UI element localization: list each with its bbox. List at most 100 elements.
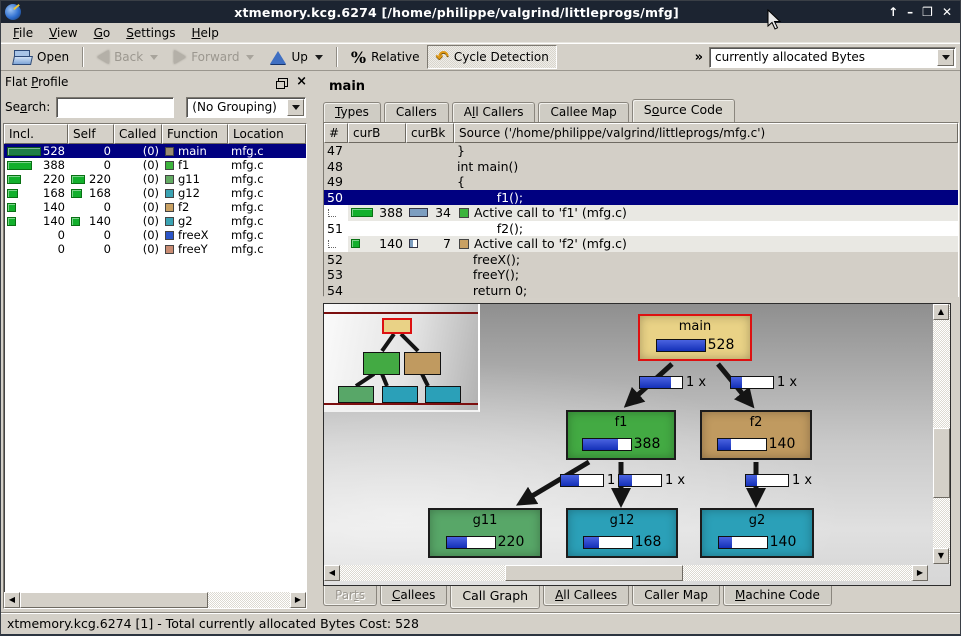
scroll-down-icon[interactable]: ▼ (933, 548, 949, 564)
graph-node-main[interactable]: main528 (638, 314, 752, 361)
function-name: freeX (178, 228, 209, 242)
column-header-self[interactable]: Self (68, 124, 114, 144)
event-type-dropdown-button[interactable] (937, 49, 954, 66)
scroll-thumb[interactable] (933, 428, 950, 498)
flat-profile-dock: Flat Profile × Search: (No Grouping) Inc… (3, 73, 311, 611)
source-line[interactable]: 50 f1(); (324, 190, 958, 206)
graph-node-f1[interactable]: f1388 (566, 410, 676, 460)
table-row[interactable]: 220220(0)g11mfg.c (4, 172, 306, 186)
tab-types[interactable]: Types (323, 102, 381, 122)
scroll-right-icon[interactable]: ▶ (290, 592, 306, 608)
tab-all-callees[interactable]: All Callees (543, 586, 629, 606)
node-cost-bar (718, 536, 768, 549)
table-row[interactable]: 168168(0)g12mfg.c (4, 186, 306, 200)
function-color-icon (165, 161, 174, 170)
menu-go[interactable]: Go (86, 24, 119, 42)
tab-machine-code[interactable]: Machine Code (723, 586, 832, 606)
cycle-detection-button[interactable]: ↶ Cycle Detection (427, 45, 556, 69)
source-line[interactable]: 1407Active call to 'f2' (mfg.c) (324, 236, 958, 252)
tab-callers[interactable]: Callers (384, 102, 449, 122)
flat-profile-table: Incl.SelfCalledFunctionLocation 5280(0)m… (3, 123, 307, 609)
toolbar-separator (336, 47, 338, 67)
scroll-thumb[interactable] (505, 565, 683, 581)
tab-call-graph[interactable]: Call Graph (450, 586, 540, 609)
called-value: (0) (117, 172, 159, 186)
maximize-button[interactable]: ❒ (922, 2, 933, 22)
tab-caller-map[interactable]: Caller Map (632, 586, 720, 606)
source-line[interactable]: 48int main() (324, 159, 958, 175)
column-header-called[interactable]: Called (114, 124, 162, 144)
table-row[interactable]: 00(0)freeXmfg.c (4, 228, 306, 242)
call-graph-panel[interactable]: main528f1388f2140g11220g12168g2140 1 x1 … (323, 303, 951, 586)
function-color-icon (165, 175, 174, 184)
search-input[interactable] (56, 97, 174, 118)
event-type-value: currently allocated Bytes (710, 50, 936, 64)
shade-button[interactable]: ↑ (888, 2, 898, 22)
column-header-incl[interactable]: Incl. (4, 124, 68, 144)
source-column-header[interactable]: # (324, 123, 348, 143)
grouping-select[interactable]: (No Grouping) (186, 97, 306, 118)
scroll-up-icon[interactable]: ▲ (933, 304, 949, 320)
tab-callees[interactable]: Callees (380, 586, 447, 606)
grouping-dropdown-button[interactable] (287, 99, 304, 116)
close-button[interactable]: ✕ (942, 2, 952, 22)
open-button[interactable]: Open (5, 45, 77, 69)
forward-button[interactable]: Forward (166, 45, 262, 69)
table-row[interactable]: 3880(0)f1mfg.c (4, 158, 306, 172)
source-line[interactable]: 38834Active call to 'f1' (mfg.c) (324, 205, 958, 221)
open-folder-icon (13, 50, 32, 65)
graph-node-f2[interactable]: f2140 (700, 410, 812, 460)
event-type-select[interactable]: currently allocated Bytes (709, 47, 956, 68)
up-button[interactable]: Up (262, 45, 330, 69)
incl-value: 168 (18, 186, 65, 200)
source-line[interactable]: 47} (324, 143, 958, 159)
table-row[interactable]: 5280(0)mainmfg.c (4, 144, 306, 158)
graph-overview-minimap[interactable] (324, 304, 480, 412)
tab-all-callers[interactable]: All Callers (452, 102, 536, 122)
title-bar[interactable]: xtmemory.kcg.6274 [/home/philippe/valgri… (1, 1, 960, 23)
column-header-function[interactable]: Function (162, 124, 228, 144)
source-line[interactable]: 49{ (324, 174, 958, 190)
source-column-header[interactable]: curB (348, 123, 406, 143)
menu-view[interactable]: View (41, 24, 85, 42)
dock-float-icon[interactable] (278, 78, 288, 87)
graph-vscrollbar[interactable]: ▲ ▼ (933, 304, 950, 564)
source-column-header[interactable]: curBk (406, 123, 454, 143)
source-line[interactable]: 51 f2(); (324, 221, 958, 237)
graph-hscrollbar[interactable]: ◀ ▶ (324, 565, 928, 581)
tab-callee-map[interactable]: Callee Map (538, 102, 628, 122)
graph-node-g2[interactable]: g2140 (700, 508, 814, 558)
toolbar-overflow-chevron[interactable]: » (689, 50, 709, 65)
menu-file[interactable]: File (5, 24, 41, 42)
menu-settings[interactable]: Settings (118, 24, 183, 42)
scroll-thumb[interactable] (20, 592, 208, 608)
table-row[interactable]: 140140(0)g2mfg.c (4, 214, 306, 228)
scroll-left-icon[interactable]: ◀ (324, 565, 340, 581)
dock-close-icon[interactable]: × (296, 76, 307, 88)
scroll-left-icon[interactable]: ◀ (4, 592, 20, 608)
minimize-button[interactable]: – (907, 2, 913, 22)
forward-icon (174, 50, 186, 64)
minimap-node-f1 (363, 352, 400, 375)
tab-parts[interactable]: Parts (323, 586, 377, 606)
source-line[interactable]: 52 freeX(); (324, 252, 958, 268)
incl-value: 140 (16, 214, 65, 228)
column-header-location[interactable]: Location (228, 124, 306, 144)
source-line[interactable]: 54 return 0; (324, 283, 958, 299)
menu-help[interactable]: Help (183, 24, 226, 42)
graph-node-g11[interactable]: g11220 (428, 508, 542, 558)
flat-profile-hscrollbar[interactable]: ◀ ▶ (4, 592, 306, 608)
table-row[interactable]: 1400(0)f2mfg.c (4, 200, 306, 214)
flat-profile-header[interactable]: Flat Profile × (3, 73, 311, 91)
source-line[interactable]: 53 freeY(); (324, 267, 958, 283)
line-number: 48 (327, 159, 343, 174)
tab-source-code[interactable]: Source Code (632, 99, 735, 122)
graph-node-g12[interactable]: g12168 (566, 508, 678, 558)
location-value: mfg.c (231, 228, 264, 242)
back-button[interactable]: Back (89, 45, 166, 69)
minimap-node-g11 (338, 386, 374, 403)
table-row[interactable]: 00(0)freeYmfg.c (4, 242, 306, 256)
source-column-header[interactable]: Source ('/home/philippe/valgrind/littlep… (454, 123, 958, 143)
scroll-right-icon[interactable]: ▶ (912, 565, 928, 581)
relative-toggle-button[interactable]: % Relative (343, 45, 428, 69)
